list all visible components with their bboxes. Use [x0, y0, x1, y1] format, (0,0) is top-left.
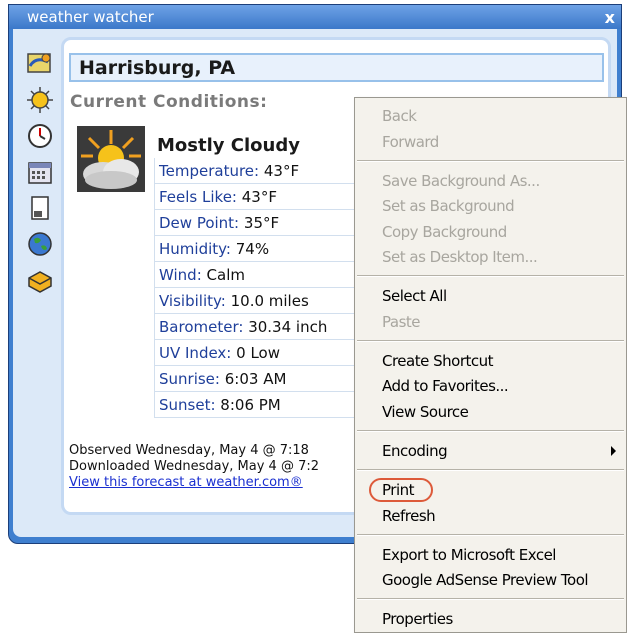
menu-separator — [357, 340, 624, 342]
submenu-arrow-icon — [611, 446, 616, 456]
menu-separator — [357, 275, 624, 277]
location-field[interactable]: Harrisburg, PA — [69, 53, 604, 82]
menu-item-encoding[interactable]: Encoding — [382, 439, 448, 463]
mostly-cloudy-icon — [77, 126, 145, 192]
menu-item-adsense-preview[interactable]: Google AdSense Preview Tool — [382, 568, 589, 592]
menu-item-copy-background[interactable]: Copy Background — [382, 220, 507, 244]
table-row: Wind: Calm — [154, 262, 364, 288]
menu-separator — [357, 469, 624, 471]
footer: Observed Wednesday, May 4 @ 7:18 Downloa… — [69, 443, 319, 491]
weather-map-icon[interactable] — [25, 49, 55, 79]
menu-item-print[interactable]: Print — [382, 478, 415, 502]
menu-item-properties[interactable]: Properties — [382, 607, 453, 631]
table-row: Sunset: 8:06 PM — [154, 392, 364, 418]
document-icon[interactable] — [25, 193, 55, 223]
menu-item-back[interactable]: Back — [382, 104, 417, 128]
menu-item-export-excel[interactable]: Export to Microsoft Excel — [382, 543, 556, 567]
weather-com-link[interactable]: View this forecast at weather.com® — [69, 475, 303, 490]
menu-item-set-desktop-item[interactable]: Set as Desktop Item... — [382, 245, 538, 269]
window-title: weather watcher — [27, 8, 154, 26]
menu-separator — [357, 430, 624, 432]
table-row: UV Index: 0 Low — [154, 340, 364, 366]
table-row: Temperature: 43°F — [154, 158, 364, 184]
menu-item-save-background[interactable]: Save Background As... — [382, 169, 540, 193]
menu-item-paste[interactable]: Paste — [382, 310, 421, 334]
table-row: Barometer: 30.34 inch — [154, 314, 364, 340]
news-box-icon[interactable] — [25, 265, 55, 295]
condition-text: Mostly Cloudy — [157, 135, 300, 156]
sidebar — [19, 49, 59, 301]
downloaded-text: Downloaded Wednesday, May 4 @ 7:2 — [69, 459, 319, 474]
globe-icon[interactable] — [25, 229, 55, 259]
context-menu: Back Forward Save Background As... Set a… — [354, 97, 627, 633]
observed-text: Observed Wednesday, May 4 @ 7:18 — [69, 443, 309, 458]
menu-separator — [357, 534, 624, 536]
sun-icon[interactable] — [25, 85, 55, 115]
menu-item-create-shortcut[interactable]: Create Shortcut — [382, 349, 494, 373]
table-row: Dew Point: 35°F — [154, 210, 364, 236]
menu-separator — [357, 160, 624, 162]
menu-item-add-favorites[interactable]: Add to Favorites... — [382, 374, 509, 398]
menu-item-forward[interactable]: Forward — [382, 130, 439, 154]
title-bar: weather watcher x — [9, 5, 621, 29]
observations-table: Temperature: 43°F Feels Like: 43°F Dew P… — [154, 158, 364, 418]
menu-item-set-background[interactable]: Set as Background — [382, 194, 515, 218]
table-row: Sunrise: 6:03 AM — [154, 366, 364, 392]
menu-item-refresh[interactable]: Refresh — [382, 504, 436, 528]
menu-item-select-all[interactable]: Select All — [382, 284, 447, 308]
menu-item-view-source[interactable]: View Source — [382, 400, 469, 424]
table-row: Visibility: 10.0 miles — [154, 288, 364, 314]
menu-separator — [357, 598, 624, 600]
current-conditions-heading: Current Conditions: — [70, 92, 268, 112]
clock-icon[interactable] — [25, 121, 55, 151]
close-button[interactable]: x — [605, 6, 615, 30]
calendar-icon[interactable] — [25, 157, 55, 187]
table-row: Humidity: 74% — [154, 236, 364, 262]
table-row: Feels Like: 43°F — [154, 184, 364, 210]
